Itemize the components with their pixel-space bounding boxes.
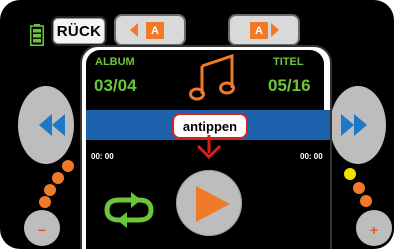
title-value: 05/16 <box>268 76 311 95</box>
back-button[interactable]: RÜCK <box>51 16 107 46</box>
play-icon <box>196 186 230 222</box>
level-dot <box>353 182 365 194</box>
minus-icon: − <box>37 222 47 238</box>
elapsed-time: 00: 00 <box>91 152 114 161</box>
level-dot <box>44 184 56 196</box>
tab-right[interactable]: A <box>228 14 300 46</box>
total-time: 00: 00 <box>300 152 323 161</box>
album-label: ALBUM <box>95 56 135 68</box>
arrow-right-icon <box>271 23 279 37</box>
arrow-left-icon <box>130 23 138 37</box>
battery-icon <box>30 24 44 46</box>
repeat-icon[interactable] <box>101 191 157 229</box>
level-dot <box>39 196 51 208</box>
tab-left-badge: A <box>146 22 164 39</box>
music-note-icon <box>189 53 235 101</box>
title-label: TITEL <box>273 56 304 68</box>
fast-forward-icon <box>341 114 367 136</box>
arrow-down-icon <box>196 135 222 160</box>
plus-icon: + <box>369 222 379 238</box>
level-dot <box>344 168 356 180</box>
rewind-icon <box>39 114 65 136</box>
level-dot <box>52 172 64 184</box>
level-dot <box>360 195 372 207</box>
album-value: 03/04 <box>94 76 137 95</box>
tab-right-badge: A <box>250 22 268 39</box>
device-screen: RÜCK A A ALBUM 03/04 TITEL 05/16 e 00: 0… <box>0 0 394 249</box>
level-dot <box>62 160 74 172</box>
tab-left[interactable]: A <box>114 14 186 46</box>
